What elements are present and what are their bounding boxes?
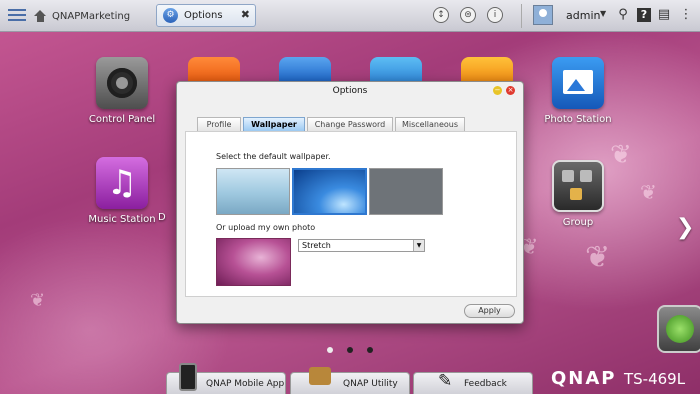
photo-icon: [552, 57, 604, 109]
dock-label: Feedback: [464, 379, 507, 389]
dialog-title: Options: [332, 86, 368, 96]
tab-miscellaneous[interactable]: Miscellaneous: [395, 117, 465, 131]
model-label: TS-469L: [624, 370, 686, 388]
phone-icon: [179, 363, 197, 391]
options-dialog: Options − × Profile Wallpaper Change Pas…: [176, 81, 524, 324]
fit-mode-value: Stretch: [302, 241, 331, 250]
upload-photo-label: Or upload my own photo: [216, 223, 316, 232]
tab-wallpaper[interactable]: Wallpaper: [243, 117, 305, 131]
top-bar: QNAPMarketing ⚙ Options ✖ ↕ ⊜ i admin ▼ …: [0, 0, 700, 32]
chevron-down-icon[interactable]: ▼: [413, 240, 424, 251]
close-tab-icon[interactable]: ✖: [241, 8, 250, 21]
qnap-logo: QNAP: [551, 368, 617, 389]
external-device-icon[interactable]: ⊜: [460, 7, 476, 23]
tab-change-password[interactable]: Change Password: [307, 117, 393, 131]
options-tab-label: Options: [184, 10, 223, 21]
app-label: Group: [562, 217, 594, 228]
notification-icon[interactable]: i: [487, 7, 503, 23]
butterfly-decoration: ❦: [30, 290, 46, 311]
group-icon: [552, 160, 604, 212]
custom-photo-preview[interactable]: [216, 238, 291, 286]
page-dot[interactable]: [347, 347, 353, 353]
separator: [521, 4, 522, 28]
next-page-arrow-icon[interactable]: ❯: [676, 215, 694, 240]
butterfly-decoration: ❦: [585, 240, 611, 275]
music-note-icon: ♫: [96, 157, 148, 209]
download-station-icon[interactable]: [461, 57, 513, 83]
options-icon: ⚙: [163, 8, 178, 23]
backup-icon[interactable]: [279, 57, 331, 83]
app-group[interactable]: Group: [533, 160, 623, 228]
wallpaper-panel: Select the default wallpaper. Or upload …: [185, 131, 517, 297]
home-icon: [34, 10, 47, 22]
home-tab[interactable]: QNAPMarketing: [34, 5, 146, 27]
app-label: Control Panel: [88, 114, 156, 125]
apply-button[interactable]: Apply: [464, 304, 515, 318]
resource-monitor-widget[interactable]: [657, 305, 700, 353]
dialog-tabs: Profile Wallpaper Change Password Miscel…: [197, 117, 467, 131]
toolbox-icon: [309, 367, 331, 385]
cloud-icon[interactable]: [370, 57, 422, 83]
main-menu-icon[interactable]: [6, 6, 28, 26]
chevron-down-icon[interactable]: ▼: [600, 9, 606, 18]
butterfly-decoration: ❦: [640, 180, 657, 204]
page-dot[interactable]: [367, 347, 373, 353]
background-tasks-icon[interactable]: ↕: [433, 7, 449, 23]
user-avatar[interactable]: [533, 5, 553, 25]
minimize-icon[interactable]: −: [493, 86, 502, 95]
dock-qnap-utility[interactable]: QNAP Utility: [290, 367, 410, 394]
username-label[interactable]: admin: [566, 9, 600, 22]
wallpaper-option-blue[interactable]: [292, 168, 367, 215]
page-dot[interactable]: [327, 347, 333, 353]
fit-mode-select[interactable]: Stretch ▼: [298, 239, 425, 252]
dashboard-icon[interactable]: ▤: [657, 7, 671, 23]
app-control-panel[interactable]: Control Panel: [77, 57, 167, 125]
search-icon[interactable]: ⚲: [616, 7, 630, 23]
app-label: Photo Station: [544, 114, 612, 125]
select-wallpaper-label: Select the default wallpaper.: [216, 152, 331, 161]
home-tab-label: QNAPMarketing: [52, 10, 131, 22]
gear-icon: [96, 57, 148, 109]
tab-profile[interactable]: Profile: [197, 117, 241, 131]
dock-qnap-mobile-app[interactable]: QNAP Mobile App: [166, 363, 286, 394]
wallpaper-option-gray[interactable]: [369, 168, 443, 215]
edit-icon: ✎: [438, 371, 453, 391]
file-station-icon[interactable]: [188, 57, 240, 83]
app-label: Music Station: [88, 214, 156, 225]
wallpaper-option-sky[interactable]: [216, 168, 290, 215]
more-icon[interactable]: ⋮: [679, 7, 693, 23]
options-window-tab[interactable]: ⚙ Options ✖: [156, 4, 256, 27]
dock-label: QNAP Mobile App: [206, 379, 285, 389]
app-music-station[interactable]: ♫ Music Station: [77, 157, 167, 225]
help-icon[interactable]: ?: [637, 8, 651, 22]
app-photo-station[interactable]: Photo Station: [533, 57, 623, 125]
close-icon[interactable]: ×: [506, 86, 515, 95]
dock-label: QNAP Utility: [343, 379, 398, 389]
dock-feedback[interactable]: ✎ Feedback: [413, 371, 533, 394]
